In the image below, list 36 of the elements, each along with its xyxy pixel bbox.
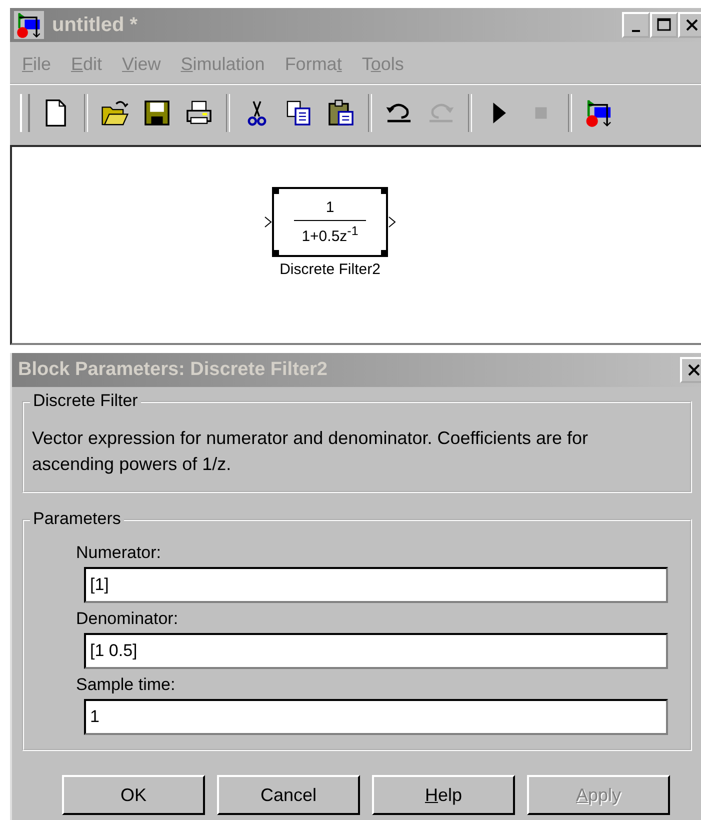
window-title: untitled * (52, 14, 139, 36)
selection-handle[interactable] (381, 250, 388, 257)
minimize-button[interactable] (622, 12, 650, 38)
dialog-button[interactable]: Cancel (217, 775, 360, 815)
open-icon[interactable] (100, 98, 130, 128)
field-label: Sample time: (76, 675, 176, 695)
input-port-icon (264, 216, 272, 228)
selection-handle[interactable] (272, 187, 279, 194)
dialog-title: Block Parameters: Discrete Filter2 (18, 359, 328, 381)
block-denominator: 1+0.5z$^{-1}$ (302, 223, 358, 245)
dialog-button[interactable]: OK (62, 775, 205, 815)
input-field[interactable]: 1 (84, 699, 668, 735)
input-field[interactable]: [1 0.5] (84, 633, 668, 669)
field-label: Denominator: (76, 609, 180, 629)
minimize-icon (632, 30, 640, 32)
close-button[interactable] (680, 357, 701, 383)
selection-handle[interactable] (381, 187, 388, 194)
paste-icon[interactable] (326, 98, 356, 128)
output-port-icon (388, 216, 396, 228)
close-icon (684, 17, 700, 33)
save-icon[interactable] (142, 98, 172, 128)
block-numerator: 1 (294, 199, 366, 221)
dialog-button[interactable]: Help (372, 775, 515, 815)
app-icon (14, 11, 44, 39)
selection-handle[interactable] (272, 250, 279, 257)
maximize-button[interactable] (650, 12, 678, 38)
toolbar-grip[interactable] (20, 94, 30, 132)
description-text: Vector expression for numerator and denominator. Coefficients are for ascending powers of 1/z. (32, 427, 589, 476)
block-label: Discrete Filter2 (280, 261, 380, 278)
library-icon[interactable] (584, 98, 614, 128)
maximize-icon (656, 17, 672, 33)
close-button[interactable] (678, 12, 701, 38)
field-label: Numerator: (76, 543, 162, 563)
filter-block[interactable]: 1 1+0.5z$^{-1}$ (272, 187, 388, 257)
close-icon (686, 362, 701, 378)
input-field[interactable]: [1] (84, 567, 668, 603)
